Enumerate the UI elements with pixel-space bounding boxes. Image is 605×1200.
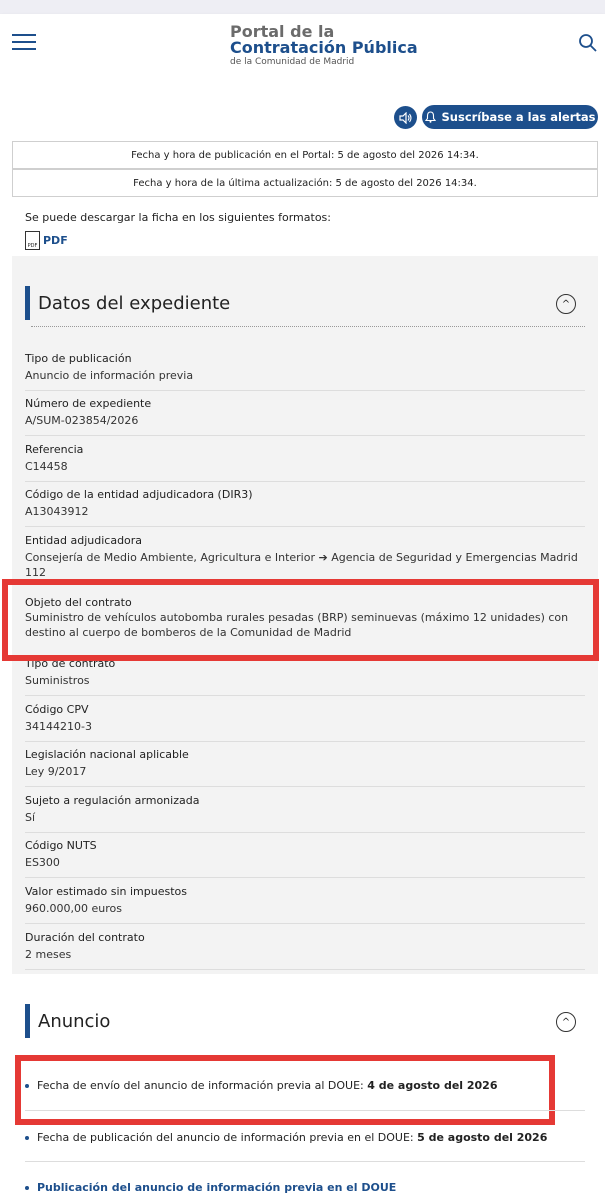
field-value: C14458	[25, 460, 68, 473]
portal-logo[interactable]: Portal de la Contratación Pública de la …	[230, 24, 418, 67]
field-value: 960.000,00 euros	[25, 902, 122, 915]
field-label: Duración del contrato	[25, 931, 145, 944]
doue-link-label[interactable]: Publicación del anuncio de información p…	[37, 1181, 396, 1194]
field-label: Sujeto a regulación armonizada	[25, 794, 200, 807]
logo-line2: Contratación Pública	[230, 38, 418, 57]
subscribe-label: Suscríbase a las alertas	[441, 110, 596, 124]
field-valor-estimado: Valor estimado sin impuestos 960.000,00 …	[25, 884, 585, 924]
field-label: Código NUTS	[25, 839, 97, 852]
field-codigo-nuts: Código NUTS ES300	[25, 838, 585, 878]
page-content: Suscríbase a las alertas Fecha y hora de…	[0, 76, 605, 1200]
search-icon[interactable]	[578, 33, 598, 53]
field-codigo-cpv: Código CPV 34144210-3	[25, 702, 585, 742]
field-legislacion: Legislación nacional aplicable Ley 9/201…	[25, 747, 585, 787]
section-title-expediente: Datos del expediente	[25, 286, 230, 320]
update-date: Fecha y hora de la última actualización:…	[12, 169, 598, 197]
item-label: Fecha de publicación del anuncio de info…	[37, 1131, 414, 1144]
anuncio-doue-link[interactable]: Publicación del anuncio de información p…	[25, 1181, 396, 1194]
divider	[25, 1161, 585, 1162]
field-referencia: Referencia C14458	[25, 442, 585, 482]
field-label: Legislación nacional aplicable	[25, 748, 189, 761]
menu-icon[interactable]	[12, 34, 36, 50]
field-duracion: Duración del contrato 2 meses	[25, 930, 585, 970]
highlight-box-envio	[15, 1055, 555, 1125]
bullet-dot	[25, 1185, 29, 1190]
collapse-anuncio-icon[interactable]: ^	[556, 1012, 576, 1032]
top-strip	[0, 0, 605, 14]
field-value: A13043912	[25, 505, 89, 518]
field-value: Consejería de Medio Ambiente, Agricultur…	[25, 551, 578, 579]
pdf-download-link[interactable]: PDF PDF	[25, 231, 68, 250]
field-entidad-adjudicadora: Entidad adjudicadora Consejería de Medio…	[25, 533, 585, 582]
field-value: Anuncio de información previa	[25, 369, 194, 382]
field-regulacion-armonizada: Sujeto a regulación armonizada Sí	[25, 793, 585, 833]
collapse-expediente-icon[interactable]: ^	[556, 294, 576, 314]
publication-date: Fecha y hora de publicación en el Portal…	[12, 141, 598, 169]
site-header: Portal de la Contratación Pública de la …	[0, 14, 605, 76]
bell-icon	[424, 111, 436, 123]
divider	[25, 1110, 585, 1111]
field-label: Referencia	[25, 443, 84, 456]
field-label: Código de la entidad adjudicadora (DIR3)	[25, 488, 253, 501]
field-tipo-publicacion: Tipo de publicación Anuncio de informaci…	[25, 351, 585, 391]
speaker-icon	[398, 111, 412, 124]
pdf-label: PDF	[43, 234, 68, 247]
field-value: Sí	[25, 811, 36, 824]
anuncio-item-text: Fecha de publicación del anuncio de info…	[37, 1131, 547, 1144]
bullet-dot	[25, 1135, 29, 1140]
field-label: Número de expediente	[25, 397, 152, 410]
pdf-icon: PDF	[25, 231, 40, 250]
field-label: Valor estimado sin impuestos	[25, 885, 188, 898]
field-value: ES300	[25, 856, 60, 869]
field-value: Suministros	[25, 674, 90, 687]
anuncio-item-publicacion: Fecha de publicación del anuncio de info…	[25, 1131, 547, 1144]
field-label: Código CPV	[25, 703, 89, 716]
highlight-box-objeto	[2, 579, 599, 661]
download-intro: Se puede descargar la ficha en los sigui…	[25, 211, 331, 224]
audio-button[interactable]	[394, 106, 417, 129]
subscribe-alerts-button[interactable]: Suscríbase a las alertas	[422, 105, 598, 129]
field-codigo-dir3: Código de la entidad adjudicadora (DIR3)…	[25, 487, 585, 527]
field-label: Entidad adjudicadora	[25, 534, 143, 547]
divider	[31, 326, 585, 327]
logo-line3: de la Comunidad de Madrid	[230, 57, 355, 67]
field-value: Ley 9/2017	[25, 765, 87, 778]
field-value: 34144210-3	[25, 720, 92, 733]
field-value: A/SUM-023854/2026	[25, 414, 139, 427]
item-date: 5 de agosto del 2026	[417, 1131, 548, 1144]
field-tipo-contrato: Tipo de contrato Suministros	[25, 656, 585, 696]
field-numero-expediente: Número de expediente A/SUM-023854/2026	[25, 396, 585, 436]
field-label: Tipo de publicación	[25, 352, 132, 365]
section-title-anuncio: Anuncio	[25, 1004, 110, 1038]
field-value: 2 meses	[25, 948, 72, 961]
